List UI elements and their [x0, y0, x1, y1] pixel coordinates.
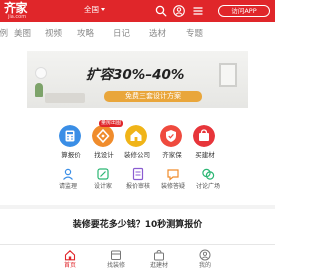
tab-cases[interactable]: 案例 — [0, 27, 8, 41]
city-selector[interactable]: 全国 — [84, 5, 99, 15]
forum-icon — [202, 168, 215, 180]
company-icon — [125, 125, 147, 147]
qa-icon — [167, 169, 179, 181]
nav-label: 我的 — [198, 262, 211, 269]
designer-icon — [97, 168, 109, 180]
service-label: 买建材 — [195, 151, 215, 159]
nav-label: 逛建材 — [149, 262, 168, 269]
nav-label: 首页 — [63, 262, 76, 269]
tab-videos[interactable]: 视频 — [45, 27, 62, 41]
profile-icon — [199, 249, 211, 261]
supervisor-icon — [63, 168, 73, 180]
banner-headline: 扩容30%–40% — [86, 67, 185, 83]
lamp-illustration — [35, 67, 47, 79]
logo-domain: jia.com — [8, 14, 27, 20]
user-icon[interactable] — [173, 5, 185, 17]
bottom-nav: 首页 找装修 逛建材 我的 — [0, 244, 275, 270]
section-divider — [0, 205, 275, 209]
find-renovation-icon — [111, 250, 121, 260]
design-icon — [92, 125, 114, 147]
tab-materials[interactable]: 选材 — [149, 27, 166, 41]
visit-app-button[interactable]: 访问APP — [218, 5, 270, 17]
menu-icon[interactable] — [192, 5, 204, 17]
sofa-illustration — [45, 93, 85, 103]
tab-photos[interactable]: 美图 — [14, 27, 31, 41]
category-tabs: 案例 美图 视频 攻略 日记 选材 专题 — [0, 27, 275, 41]
cart-icon — [193, 125, 215, 147]
logo-text: 齐家 — [4, 1, 28, 15]
survey-badge: 量房出图 — [99, 120, 124, 127]
home-icon — [64, 250, 76, 261]
promo-banner[interactable]: 扩容30%–40% 免费三套设计方案 — [27, 51, 248, 108]
tab-diaries[interactable]: 日记 — [113, 27, 130, 41]
calculator-icon — [59, 125, 81, 147]
quote-promo-link[interactable]: 装修要花多少钱？10秒测算报价 — [0, 219, 275, 231]
tab-topics[interactable]: 专题 — [186, 27, 203, 41]
tab-guides[interactable]: 攻略 — [77, 27, 94, 41]
chevron-down-icon[interactable] — [101, 8, 105, 11]
review-icon — [132, 167, 144, 181]
materials-icon — [154, 249, 164, 261]
search-icon[interactable] — [155, 5, 167, 17]
frame-illustration — [219, 63, 237, 87]
free-design-pill[interactable]: 免费三套设计方案 — [104, 91, 202, 102]
shield-icon — [160, 125, 182, 147]
top-header: 齐家 jia.com 全国 访问APP — [0, 0, 275, 22]
tool-label: 讨论广场 — [195, 183, 220, 190]
site-logo[interactable]: 齐家 jia.com — [4, 1, 34, 21]
plant-illustration — [35, 83, 43, 97]
